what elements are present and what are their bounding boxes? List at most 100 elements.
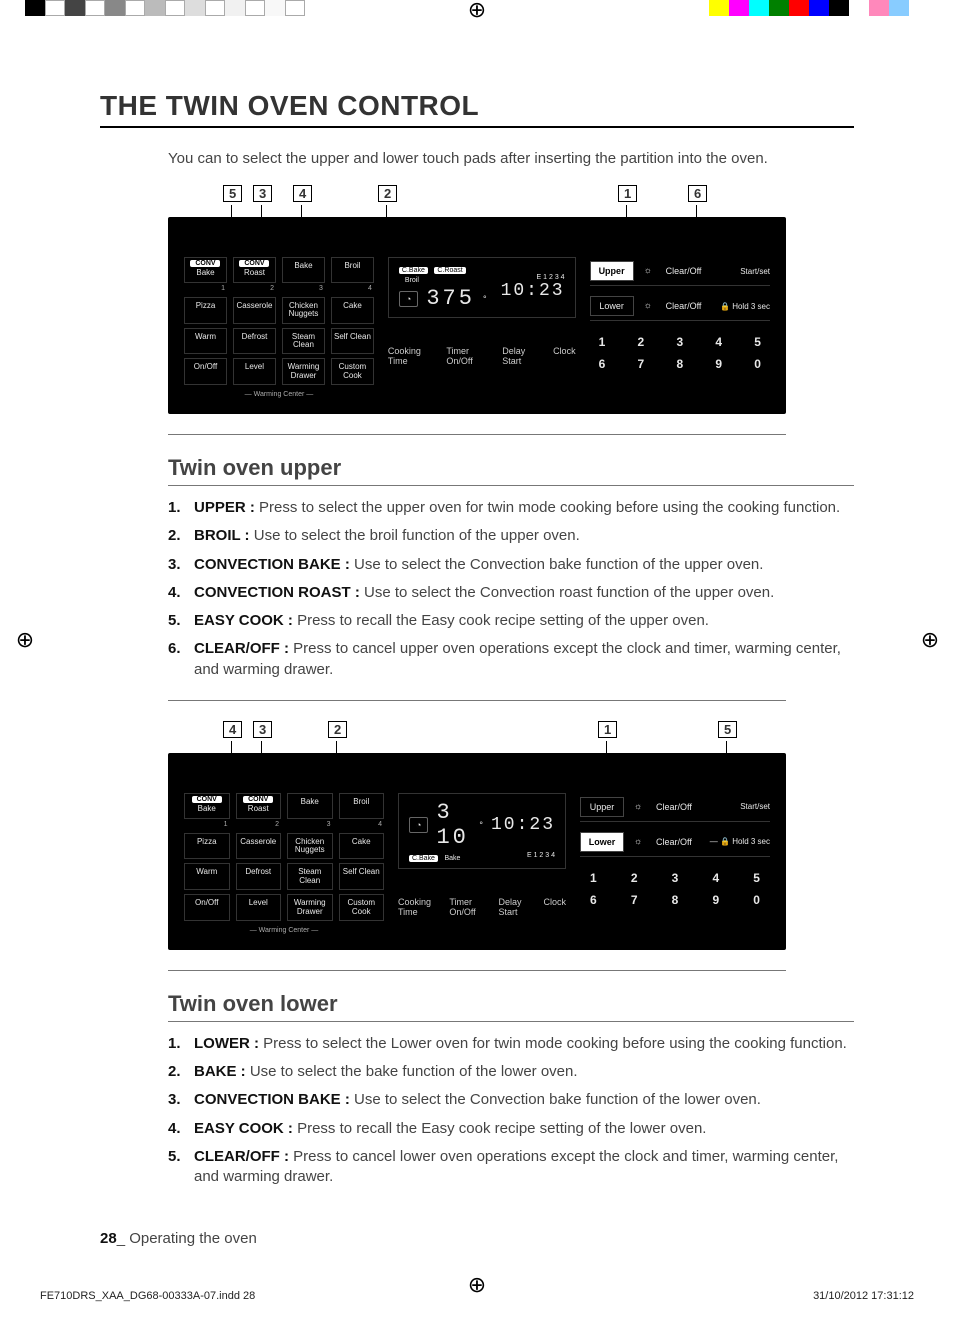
step-body: Use to select the bake function of the l… — [250, 1063, 578, 1080]
step-item: 2.BROIL : Use to select the broil functi… — [168, 526, 854, 546]
keypad-key[interactable]: 0 — [743, 893, 770, 907]
panel-btn[interactable]: Custom Cook — [331, 358, 374, 385]
keypad-key[interactable]: 3 — [662, 871, 689, 885]
panel-btn[interactable]: Cake — [339, 833, 385, 860]
panel-btn[interactable]: Pizza — [184, 297, 227, 324]
panel-btn[interactable]: Broil — [331, 257, 374, 283]
panel-btn[interactable]: Broil — [339, 793, 385, 819]
step-item: 3.CONVECTION BAKE : Use to select the Co… — [168, 1090, 854, 1110]
callout-badge: 5 — [718, 721, 737, 738]
keypad-key[interactable]: 5 — [743, 871, 770, 885]
keypad-key[interactable]: 7 — [628, 357, 653, 371]
panel-func[interactable]: Clock — [553, 346, 576, 366]
keypad-key[interactable]: 1 — [580, 871, 607, 885]
divider — [168, 700, 786, 701]
keypad-key[interactable]: 6 — [590, 357, 615, 371]
upper-button[interactable]: Upper — [590, 261, 634, 281]
panel-btn[interactable]: Level — [236, 894, 282, 921]
panel-btn[interactable]: Custom Cook — [339, 894, 385, 921]
panel-btn[interactable]: On/Off — [184, 894, 230, 921]
panel-btn[interactable]: Self Clean — [339, 863, 385, 890]
start-set[interactable]: Start/set — [740, 267, 770, 276]
panel-btn[interactable]: CONVRoast — [233, 257, 276, 283]
step-number: 1. — [168, 1034, 186, 1054]
step-term: BROIL : — [194, 527, 250, 544]
panel-btn[interactable]: Chicken Nuggets — [282, 297, 325, 324]
keypad-key[interactable]: 7 — [621, 893, 648, 907]
panel-btn[interactable]: CONVRoast — [236, 793, 282, 819]
keypad-key[interactable]: 0 — [745, 357, 770, 371]
clear-off-upper[interactable]: Clear/Off — [666, 266, 702, 276]
clear-off-upper-2[interactable]: Clear/Off — [656, 802, 692, 812]
step-item: 6.CLEAR/OFF : Press to cancel upper oven… — [168, 639, 854, 680]
clock-display-2: 10:23 — [491, 815, 555, 835]
panel-btn[interactable]: Self Clean — [331, 328, 374, 355]
callout-badge: 5 — [223, 185, 242, 202]
divider — [168, 970, 786, 971]
step-term: UPPER : — [194, 499, 255, 516]
panel-func[interactable]: Delay Start — [502, 346, 535, 366]
panel-btn[interactable]: Cake — [331, 297, 374, 324]
keypad-key[interactable]: 8 — [667, 357, 692, 371]
callout-badge: 3 — [253, 185, 272, 202]
panel-btn[interactable]: Chicken Nuggets — [287, 833, 333, 860]
keypad-key[interactable]: 2 — [628, 335, 653, 349]
lower-button[interactable]: Lower — [590, 296, 634, 316]
panel-btn[interactable]: Bake — [287, 793, 333, 819]
step-body: Press to select the Lower oven for twin … — [263, 1035, 847, 1052]
panel-btn[interactable]: Warming Drawer — [282, 358, 325, 385]
lower-button-2[interactable]: Lower — [580, 832, 624, 852]
light-icon: ☼ — [644, 265, 656, 277]
panel-btn[interactable]: CONVBake — [184, 793, 230, 819]
panel-btn[interactable]: Casserole — [236, 833, 282, 860]
panel-btn[interactable]: Warming Drawer — [287, 894, 333, 921]
panel-func[interactable]: Cooking Time — [398, 897, 431, 917]
panel-btn[interactable]: Steam Clean — [287, 863, 333, 890]
panel-btn[interactable]: Defrost — [236, 863, 282, 890]
panel-btn[interactable]: Steam Clean — [282, 328, 325, 355]
keypad-key[interactable]: 3 — [667, 335, 692, 349]
step-term: EASY COOK : — [194, 1120, 293, 1137]
step-term: CLEAR/OFF : — [194, 640, 289, 657]
panel-func[interactable]: Cooking Time — [388, 346, 428, 366]
keypad-key[interactable]: 4 — [702, 871, 729, 885]
step-number: 6. — [168, 639, 186, 680]
keypad-key[interactable]: 5 — [745, 335, 770, 349]
panel-btn[interactable]: CONVBake — [184, 257, 227, 283]
start-set-2[interactable]: Start/set — [740, 802, 770, 811]
upper-button-2[interactable]: Upper — [580, 797, 624, 817]
cbake-pill-2: C.Bake — [409, 855, 438, 862]
keypad-key[interactable]: 9 — [706, 357, 731, 371]
keypad-key[interactable]: 9 — [702, 893, 729, 907]
temp-display-2: 3 10 — [436, 800, 471, 850]
keypad-key[interactable]: 1 — [590, 335, 615, 349]
center-area-2: ◔ 3 10 ° 10:23 C.Bake Bake E 1 2 3 4 Coo… — [398, 793, 566, 934]
panel-func[interactable]: Timer On/Off — [446, 346, 484, 366]
panel-func[interactable]: Timer On/Off — [449, 897, 480, 917]
panel-btn[interactable]: Bake — [282, 257, 325, 283]
keypad-key[interactable]: 4 — [706, 335, 731, 349]
step-body: Press to cancel lower oven operations ex… — [194, 1148, 838, 1185]
keypad-key[interactable]: 6 — [580, 893, 607, 907]
clear-off-lower-2[interactable]: Clear/Off — [656, 837, 692, 847]
keypad-key[interactable]: 2 — [621, 871, 648, 885]
footer-date: 31/10/2012 17:31:12 — [813, 1290, 914, 1302]
panel-btn[interactable]: Warm — [184, 863, 230, 890]
panel-btn[interactable]: On/Off — [184, 358, 227, 385]
step-body: Press to recall the Easy cook recipe set… — [297, 612, 709, 629]
numeric-keypad-2: 12345 67890 — [580, 871, 770, 907]
footer-filename: FE710DRS_XAA_DG68-00333A-07.indd 28 — [40, 1290, 255, 1302]
step-term: CONVECTION ROAST : — [194, 584, 360, 601]
panel-btn[interactable]: Warm — [184, 328, 227, 355]
panel-btn[interactable]: Level — [233, 358, 276, 385]
clear-off-lower[interactable]: Clear/Off — [666, 301, 702, 311]
callouts-lower: 43215 — [178, 721, 776, 753]
panel-btn[interactable]: Casserole — [233, 297, 276, 324]
panel-btn[interactable]: Pizza — [184, 833, 230, 860]
keypad-key[interactable]: 8 — [662, 893, 689, 907]
upper-control-row-2: Upper ☼ Clear/Off Start/set — [580, 793, 770, 822]
panel-func[interactable]: Clock — [543, 897, 566, 917]
temp-display: 375 — [426, 286, 475, 311]
panel-func[interactable]: Delay Start — [499, 897, 526, 917]
panel-btn[interactable]: Defrost — [233, 328, 276, 355]
